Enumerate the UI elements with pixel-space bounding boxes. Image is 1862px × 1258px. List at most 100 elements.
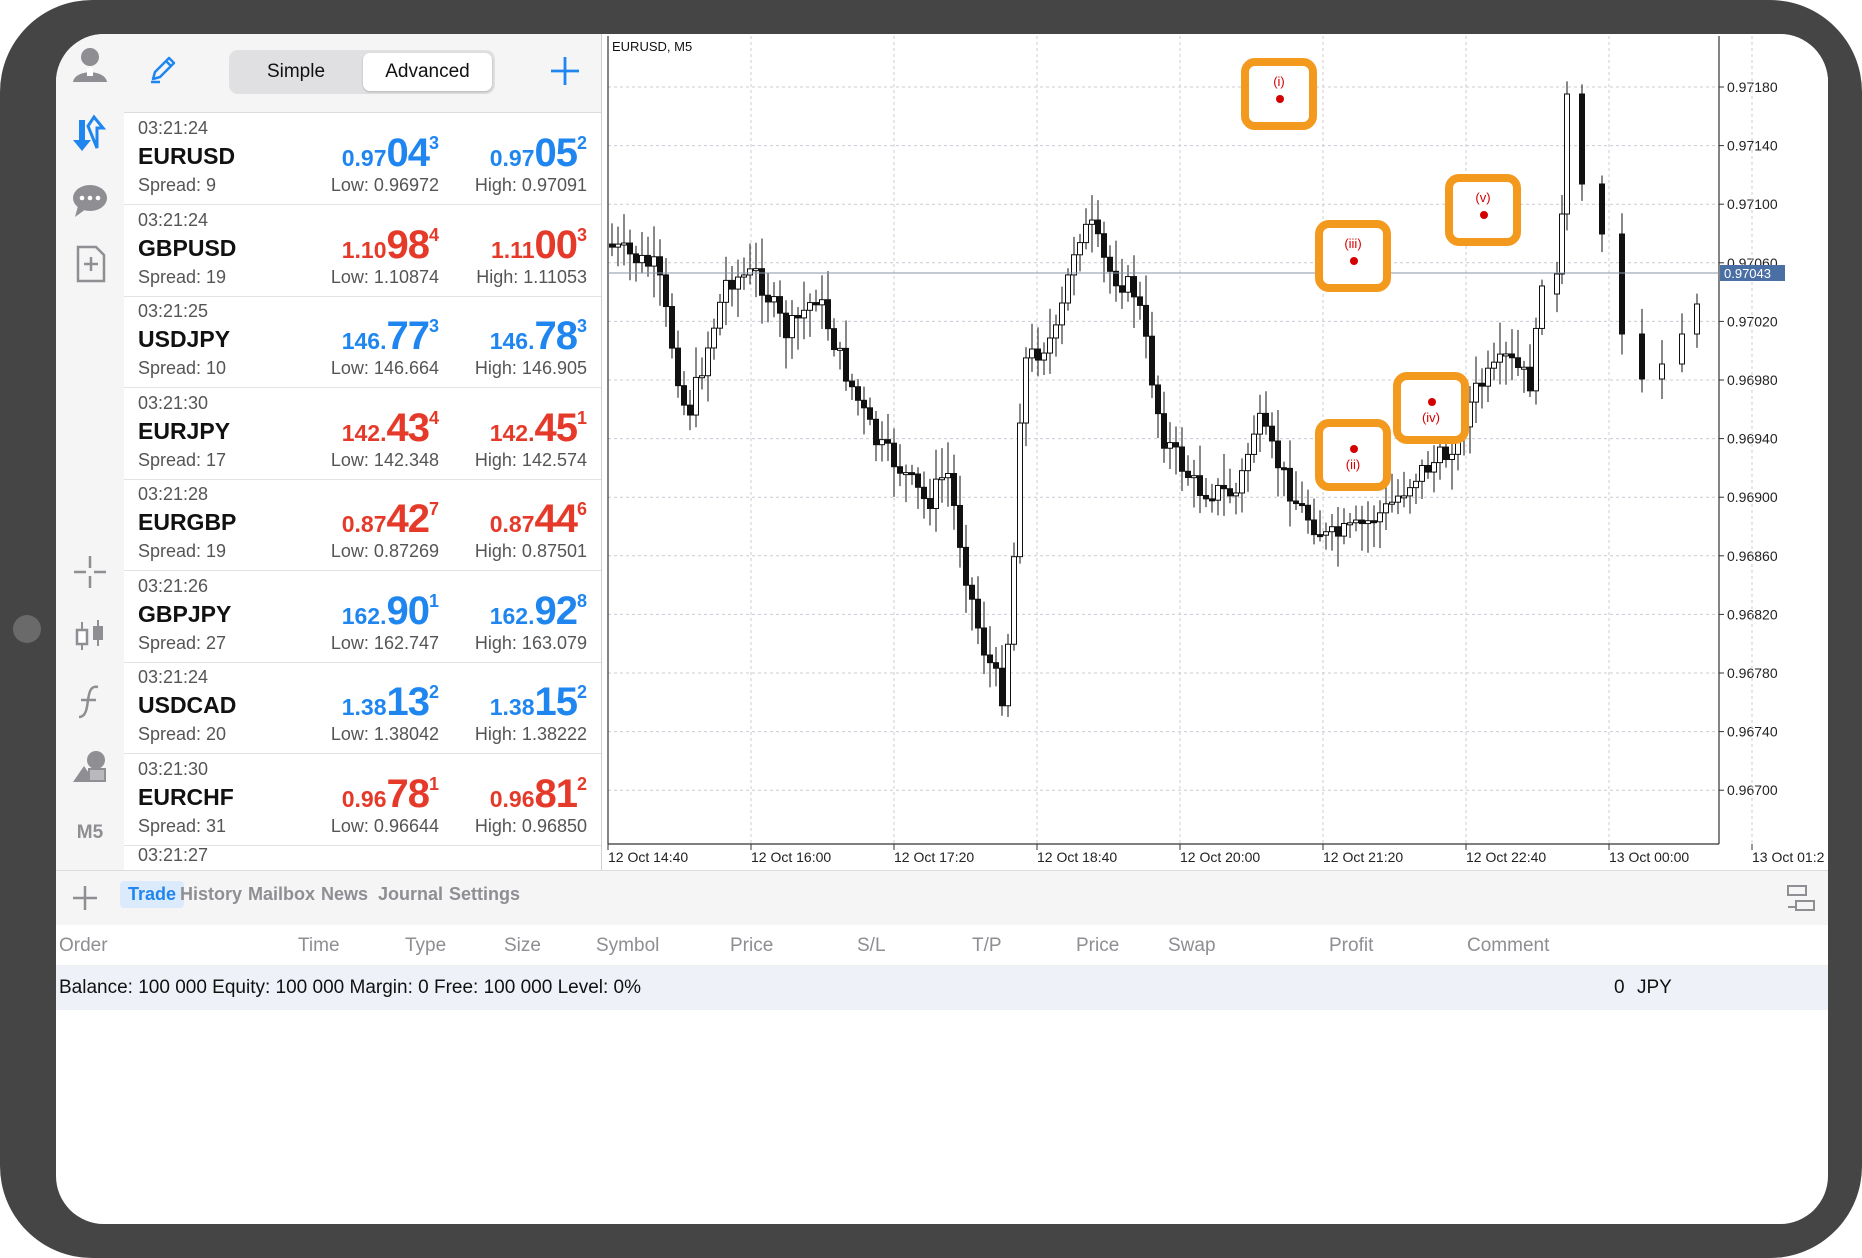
tab-history[interactable]: History: [180, 884, 242, 905]
mode-simple-button[interactable]: Simple: [232, 53, 360, 91]
bid-price[interactable]: 142.434: [342, 406, 439, 451]
objects-icon[interactable]: [70, 746, 110, 786]
candle-bullish: [1395, 495, 1401, 503]
quote-high: High: 1.11053: [476, 266, 587, 287]
tab-news[interactable]: News: [321, 884, 368, 905]
ask-price[interactable]: 0.87446: [490, 497, 587, 542]
bid-price[interactable]: 146.773: [342, 314, 439, 359]
ask-price[interactable]: 0.97052: [490, 131, 587, 176]
quote-time: 03:21:24: [138, 209, 209, 230]
candle-bearish: [765, 294, 771, 303]
candle-bullish: [1329, 526, 1335, 533]
candle-bearish: [1305, 504, 1311, 521]
ask-price[interactable]: 146.783: [490, 314, 587, 359]
quotes-icon[interactable]: [70, 114, 110, 154]
balance-row: Balance: 100 000 Equity: 100 000 Margin:…: [56, 966, 1828, 1010]
chart-type-icon[interactable]: [70, 616, 110, 656]
tab-settings[interactable]: Settings: [449, 884, 520, 905]
quote-time: 03:21:30: [138, 758, 209, 779]
column-header-symbol[interactable]: Symbol: [596, 935, 659, 957]
candle-bearish: [957, 504, 963, 548]
mode-advanced-button[interactable]: Advanced: [363, 53, 492, 91]
wave-label: (iii): [1344, 236, 1361, 251]
candle-bullish: [1437, 446, 1443, 464]
candle-bullish: [1353, 519, 1359, 524]
quote-row[interactable]: 03:21:30 EURCHF Spread: 31 0.96781 0.968…: [124, 754, 601, 846]
chat-icon[interactable]: [70, 180, 110, 220]
home-button[interactable]: [13, 615, 41, 643]
column-header-tp[interactable]: T/P: [972, 935, 1002, 957]
wave-highlight-box[interactable]: [1393, 372, 1469, 444]
candle-bullish: [1251, 433, 1257, 455]
column-header-size[interactable]: Size: [504, 935, 541, 957]
column-header-time[interactable]: Time: [298, 935, 340, 957]
quote-row[interactable]: 03:21:24 USDCAD Spread: 20 1.38132 1.381…: [124, 662, 601, 754]
quote-row[interactable]: 03:21:24 EURUSD Spread: 9 0.97043 0.9705…: [124, 113, 601, 205]
wave-highlight-box[interactable]: [1445, 174, 1521, 246]
quote-row[interactable]: 03:21:24 GBPUSD Spread: 19 1.10984 1.110…: [124, 205, 601, 297]
column-header-price[interactable]: Price: [730, 935, 773, 957]
account-icon[interactable]: [70, 44, 110, 84]
crosshair-icon[interactable]: [70, 552, 110, 592]
price-chart[interactable]: 0.971800.971400.971000.970600.970200.969…: [602, 34, 1828, 870]
quote-row[interactable]: 03:21:25 USDJPY Spread: 10 146.773 146.7…: [124, 296, 601, 388]
candle-bullish: [621, 242, 627, 246]
ask-price[interactable]: 1.38152: [490, 680, 587, 725]
quote-row[interactable]: 03:21:30 EURJPY Spread: 17 142.434 142.4…: [124, 388, 601, 480]
candle-bearish: [843, 347, 849, 382]
column-header-type[interactable]: Type: [405, 935, 446, 957]
bid-price[interactable]: 0.87427: [342, 497, 439, 542]
candle-bullish: [1005, 643, 1011, 707]
column-header-profit[interactable]: Profit: [1329, 935, 1373, 957]
ask-price[interactable]: 142.451: [490, 406, 587, 451]
quote-spread: Spread: 9: [138, 175, 217, 195]
column-header-price[interactable]: Price: [1076, 935, 1119, 957]
candle-bearish: [1359, 519, 1365, 525]
candle-bullish: [1497, 353, 1503, 363]
add-icon[interactable]: [70, 883, 100, 918]
new-order-icon[interactable]: [70, 244, 110, 284]
candle-bearish: [795, 315, 801, 319]
quote-spread: Spread: 10: [138, 358, 227, 378]
candle-bullish: [705, 347, 711, 377]
candle-bullish: [789, 315, 795, 339]
edit-icon[interactable]: [146, 52, 180, 91]
candle-bullish: [1047, 337, 1053, 354]
ask-price[interactable]: 1.11003: [491, 223, 587, 268]
column-header-comment[interactable]: Comment: [1467, 935, 1549, 957]
bid-price[interactable]: 0.96781: [342, 772, 439, 817]
candle-bearish: [777, 296, 783, 314]
column-header-order[interactable]: Order: [59, 935, 108, 957]
bid-price[interactable]: 162.901: [342, 589, 439, 634]
wave-marker: [1276, 95, 1284, 103]
column-header-sl[interactable]: S/L: [857, 935, 886, 957]
wave-highlight-box[interactable]: [1315, 419, 1391, 491]
column-header-swap[interactable]: Swap: [1168, 935, 1216, 957]
layout-icon[interactable]: [1786, 883, 1818, 918]
ask-price[interactable]: 162.928: [490, 589, 587, 634]
wave-highlight-box[interactable]: [1315, 220, 1391, 292]
quote-row[interactable]: 03:21:28 EURGBP Spread: 19 0.87427 0.874…: [124, 479, 601, 571]
candle-bullish: [1191, 475, 1197, 479]
bid-price[interactable]: 1.10984: [342, 223, 439, 268]
bid-price-prefix: 142.: [341, 419, 387, 446]
timeframe-label[interactable]: M5: [56, 822, 124, 844]
candle-bearish: [987, 654, 993, 664]
ask-price[interactable]: 0.96812: [490, 772, 587, 817]
add-symbol-icon[interactable]: [548, 54, 582, 93]
candle-bearish: [657, 256, 663, 276]
candle-bullish: [1341, 522, 1347, 537]
bid-price[interactable]: 1.38132: [342, 680, 439, 725]
wave-highlight-box[interactable]: [1241, 58, 1317, 130]
quote-row[interactable]: 03:21:26 GBPJPY Spread: 27 162.901 162.9…: [124, 571, 601, 663]
candle-bullish: [1503, 353, 1509, 357]
tab-mailbox[interactable]: Mailbox: [248, 884, 315, 905]
quote-row-partial[interactable]: 03:21:27: [124, 840, 601, 870]
view-mode-segmented-control: Simple Advanced: [229, 50, 495, 94]
bid-price[interactable]: 0.97043: [342, 131, 439, 176]
tab-trade[interactable]: Trade: [120, 881, 185, 908]
chart-area[interactable]: 0.97180 0.97140 0.97100 0.97060 0.97020 0.969…: [602, 34, 1828, 870]
tab-journal[interactable]: Journal: [378, 884, 443, 905]
candle-bearish: [783, 312, 789, 339]
indicators-icon[interactable]: [70, 682, 110, 722]
